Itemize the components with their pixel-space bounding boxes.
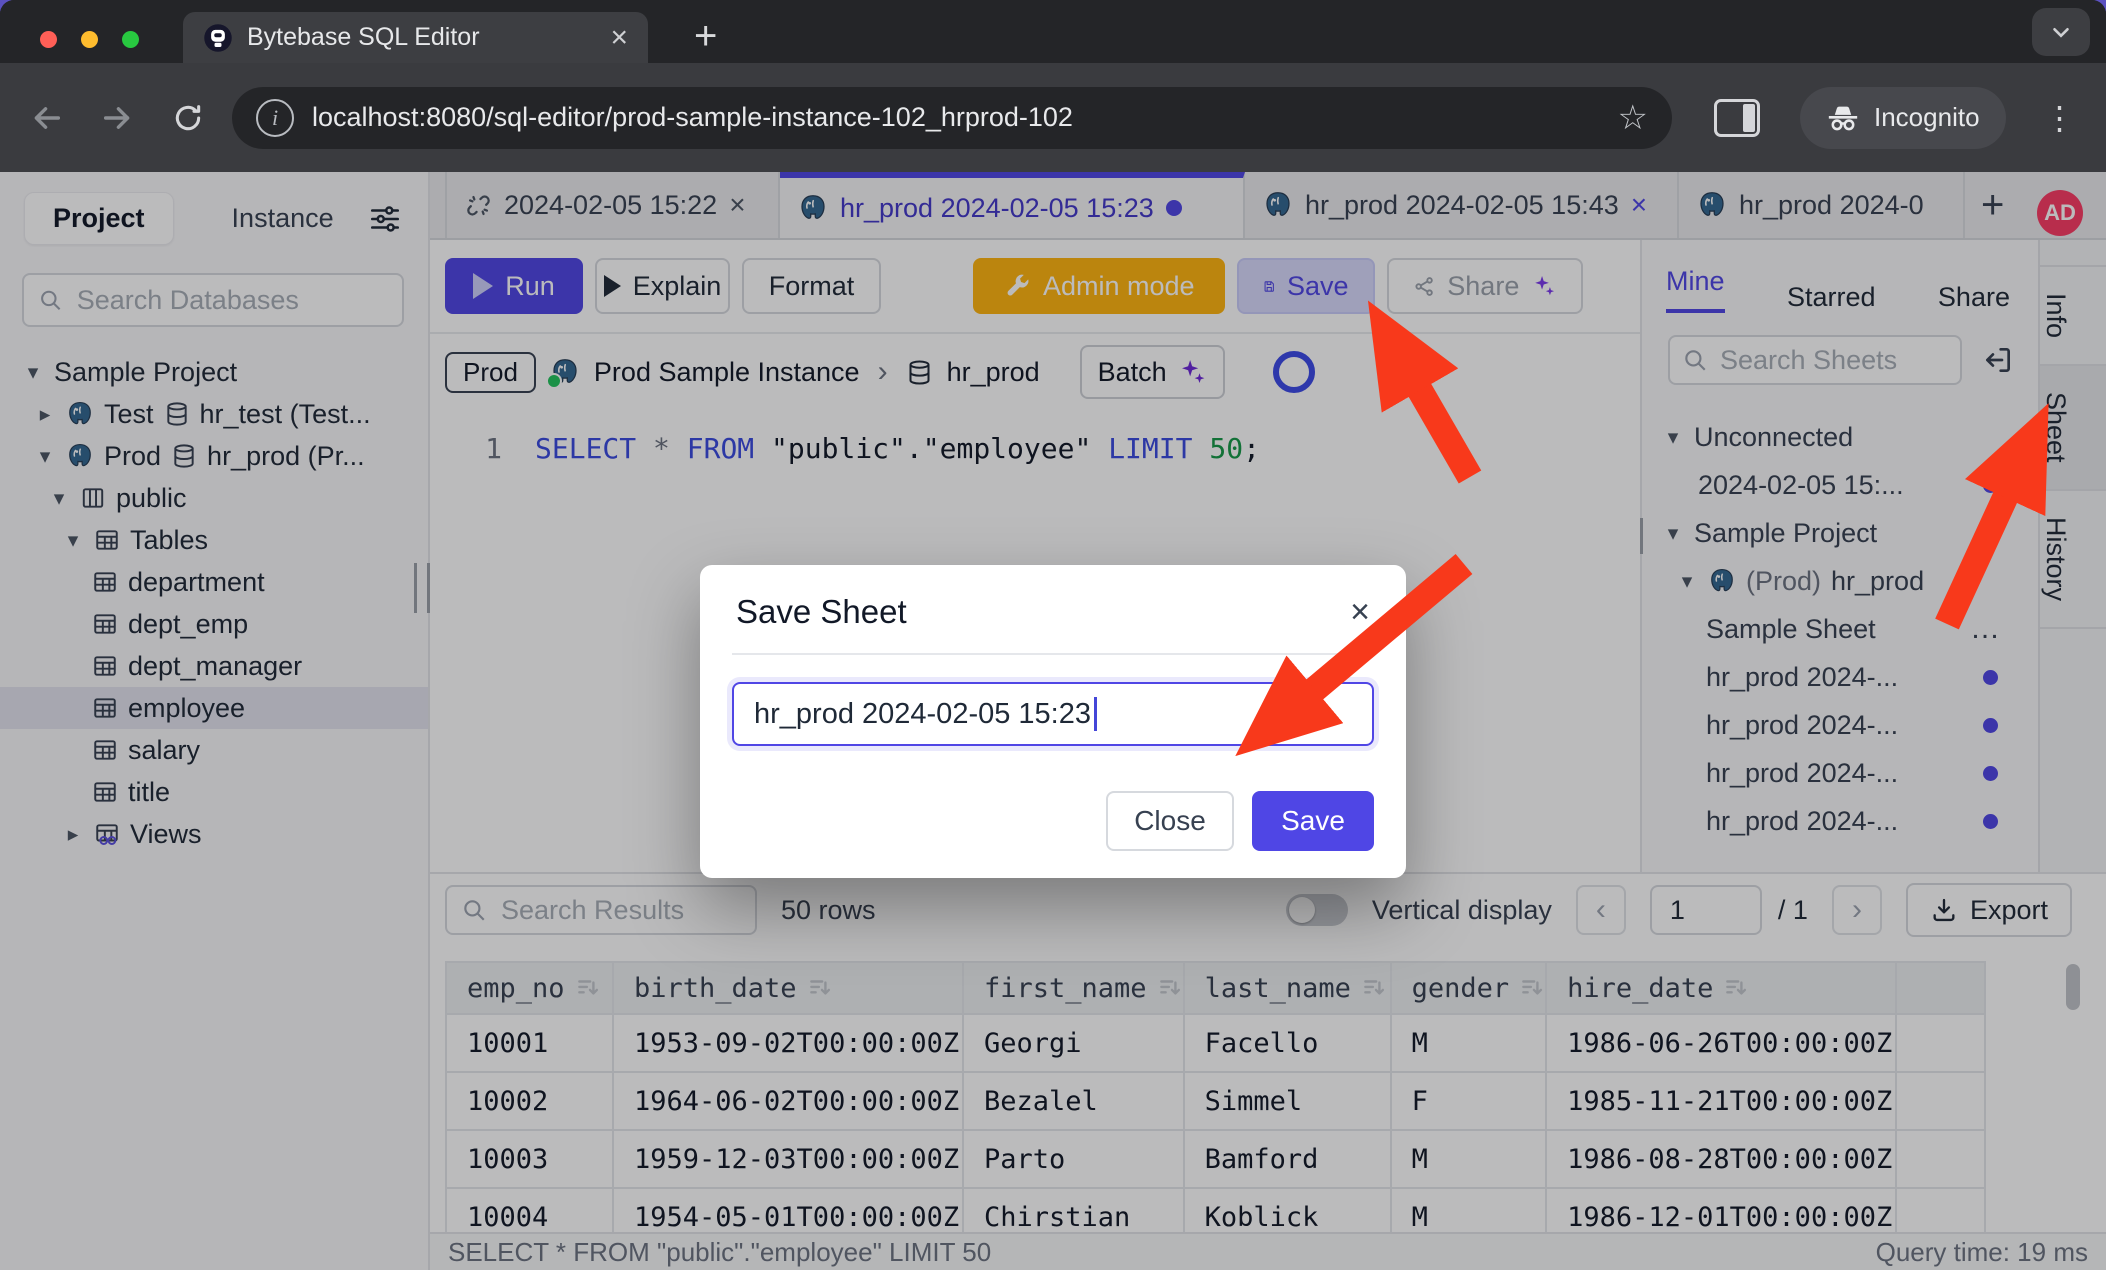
url-text[interactable]: localhost:8080/sql-editor/prod-sample-in…: [312, 102, 1600, 133]
close-icon[interactable]: ×: [1350, 595, 1370, 629]
traffic-light-close[interactable]: [40, 31, 57, 48]
traffic-light-minimize[interactable]: [81, 31, 98, 48]
save-sheet-modal: Save Sheet × hr_prod 2024-02-05 15:23 Cl…: [700, 565, 1406, 878]
modal-title: Save Sheet: [736, 593, 907, 631]
browser-tab-close-icon[interactable]: ×: [610, 23, 628, 53]
bytebase-favicon: [203, 23, 233, 53]
side-panel-icon[interactable]: [1714, 99, 1760, 137]
traffic-light-zoom[interactable]: [122, 31, 139, 48]
reload-icon[interactable]: [172, 102, 204, 134]
browser-window: Bytebase SQL Editor × + i localhost:8080…: [0, 0, 2106, 1270]
sheet-name-input[interactable]: hr_prod 2024-02-05 15:23: [732, 682, 1374, 746]
modal-divider: [732, 653, 1374, 655]
modal-save-button[interactable]: Save: [1252, 791, 1374, 851]
browser-menu-icon[interactable]: ⋮: [2044, 99, 2076, 137]
browser-tab[interactable]: Bytebase SQL Editor ×: [183, 12, 648, 63]
browser-tab-title: Bytebase SQL Editor: [247, 23, 596, 52]
chevron-down-icon: [2048, 19, 2074, 45]
browser-titlebar: Bytebase SQL Editor × +: [0, 0, 2106, 63]
browser-toolbar: i localhost:8080/sql-editor/prod-sample-…: [0, 63, 2106, 172]
tab-search-button[interactable]: [2032, 8, 2090, 56]
back-icon[interactable]: [30, 101, 64, 135]
forward-icon[interactable]: [100, 101, 134, 135]
address-bar[interactable]: i localhost:8080/sql-editor/prod-sample-…: [232, 87, 1672, 149]
new-browser-tab-button[interactable]: +: [694, 14, 717, 59]
incognito-label: Incognito: [1874, 102, 1980, 133]
close-button[interactable]: Close: [1106, 791, 1234, 851]
text-caret: [1094, 697, 1097, 731]
incognito-icon: [1826, 101, 1860, 135]
site-info-icon[interactable]: i: [256, 99, 294, 137]
browser-chrome: Bytebase SQL Editor × + i localhost:8080…: [0, 0, 2106, 172]
incognito-badge: Incognito: [1800, 87, 2006, 149]
bookmark-star-icon[interactable]: ☆: [1618, 98, 1648, 138]
